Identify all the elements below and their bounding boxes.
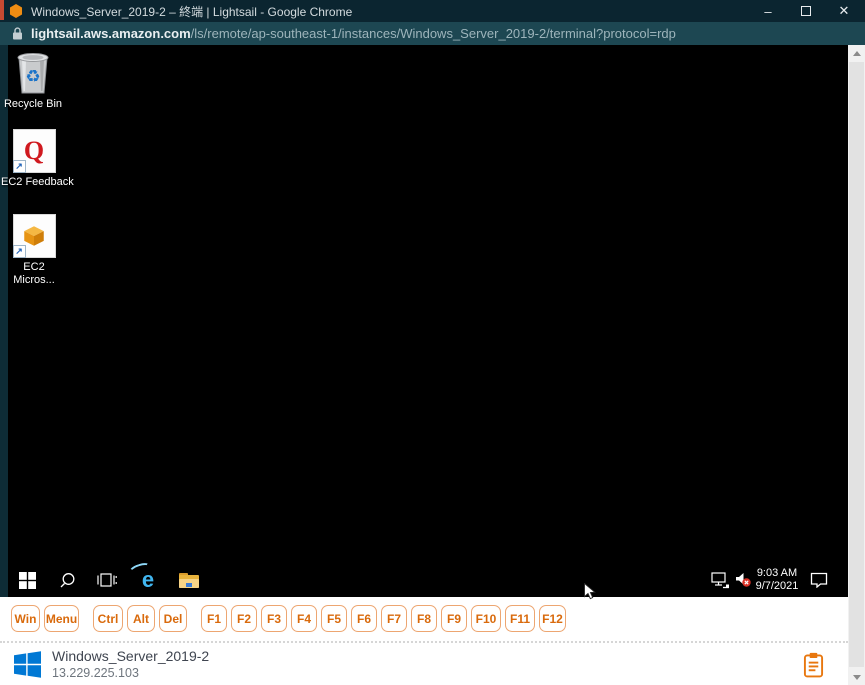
scroll-down-button[interactable] [848,669,865,685]
desktop-icon-recycle-bin[interactable]: ♻ Recycle Bin [0,51,66,111]
taskbar-clock[interactable]: 9:03 AM 9/7/2021 [753,563,801,597]
instance-ip: 13.229.225.103 [52,666,139,680]
vkey-f4[interactable]: F4 [291,605,317,632]
url-path: /ls/remote/ap-southeast-1/instances/Wind… [190,26,676,41]
vkey-menu[interactable]: Menu [44,605,79,632]
clock-date: 9/7/2021 [755,580,799,592]
instance-info: Windows_Server_2019-2 13.229.225.103 [52,647,209,681]
vkey-f3[interactable]: F3 [261,605,287,632]
window-controls: – ✕ [749,0,863,22]
clipboard-icon [803,652,823,678]
terminal-viewport: e 9:03 AM 9/7/2021 ♻ Recycle Bin Q ↗ EC2… [0,45,848,597]
instance-footer-bar: Windows_Server_2019-2 13.229.225.103 [0,641,848,685]
vkey-f10[interactable]: F10 [471,605,501,632]
taskbar-search-button[interactable] [52,563,82,597]
clock-time: 9:03 AM [756,567,798,579]
desktop-icon-ec2-feedback[interactable]: Q ↗ EC2 Feedback [1,129,74,189]
maximize-button[interactable] [787,0,825,22]
virtual-keys-bar: Win Menu Ctrl Alt Del F1 F2 F3 F4 F5 F6 … [0,597,848,641]
browser-window: Windows_Server_2019-2 – 終端 | Lightsail -… [0,0,865,685]
desktop-icon-ec2-microsoft[interactable]: ↗ EC2 Micros... [1,214,67,287]
speaker-muted-icon [735,573,751,587]
vkey-f9[interactable]: F9 [441,605,467,632]
shortcut-arrow-icon: ↗ [12,160,26,173]
vkey-alt[interactable]: Alt [127,605,155,632]
vkey-f1[interactable]: F1 [201,605,227,632]
vkey-del[interactable]: Del [159,605,187,632]
windows-start-icon [18,571,36,589]
vkey-f7[interactable]: F7 [381,605,407,632]
scroll-up-icon [852,50,861,56]
scroll-down-icon [852,674,861,680]
remote-desktop-canvas[interactable]: e 9:03 AM 9/7/2021 [8,45,848,597]
vkey-f12[interactable]: F12 [539,605,566,632]
browser-titlebar: Windows_Server_2019-2 – 終端 | Lightsail -… [0,0,865,22]
start-button[interactable] [12,563,42,597]
scrollbar-thumb[interactable] [849,62,864,667]
shortcut-arrow-icon: ↗ [12,245,26,258]
vkey-f2[interactable]: F2 [231,605,257,632]
close-button[interactable]: ✕ [825,0,863,22]
vkey-f8[interactable]: F8 [411,605,437,632]
maximize-icon [801,6,811,16]
network-icon [710,571,729,588]
window-title: Windows_Server_2019-2 – 終端 | Lightsail -… [31,4,353,19]
folder-icon [179,572,199,588]
url-domain: lightsail.aws.amazon.com [31,26,191,41]
task-view-button[interactable] [92,563,122,597]
page-scrollbar[interactable] [848,45,865,685]
windows-taskbar: e 9:03 AM 9/7/2021 [8,560,848,597]
search-icon [60,572,74,587]
ec2-feedback-icon: Q ↗ [12,129,56,173]
icon-label-line1: EC2 [23,261,45,273]
internet-explorer-button[interactable]: e [127,560,164,597]
icon-label-line2: Micros... [13,274,55,286]
icon-label: Recycle Bin [3,98,63,110]
action-center-icon [810,572,828,588]
instance-name: Windows_Server_2019-2 [52,648,210,664]
svg-text:♻: ♻ [25,67,40,87]
windows-logo-icon [14,650,41,678]
action-center-button[interactable] [804,563,834,597]
scroll-up-button[interactable] [848,45,865,61]
red-q-glyph: Q [23,136,45,165]
mouse-cursor-icon [584,583,596,600]
clipboard-button[interactable] [801,652,825,678]
vkey-f11[interactable]: F11 [505,605,535,632]
minimize-button[interactable]: – [749,0,787,22]
lightsail-favicon-icon [9,4,23,18]
background-window-sliver [0,0,4,20]
task-view-icon [97,573,117,587]
vkey-f6[interactable]: F6 [351,605,377,632]
icon-label: EC2 Feedback [1,176,74,188]
vkey-f5[interactable]: F5 [321,605,347,632]
vkey-win[interactable]: Win [11,605,40,632]
address-bar[interactable]: lightsail.aws.amazon.com/ls/remote/ap-so… [0,22,865,45]
recycle-bin-icon: ♻ [14,51,52,95]
aws-cube-icon: ↗ [12,214,56,258]
url-text: lightsail.aws.amazon.com/ls/remote/ap-so… [31,26,676,41]
lock-icon [13,27,22,40]
file-explorer-button[interactable] [173,563,205,597]
vkey-ctrl[interactable]: Ctrl [93,605,123,632]
